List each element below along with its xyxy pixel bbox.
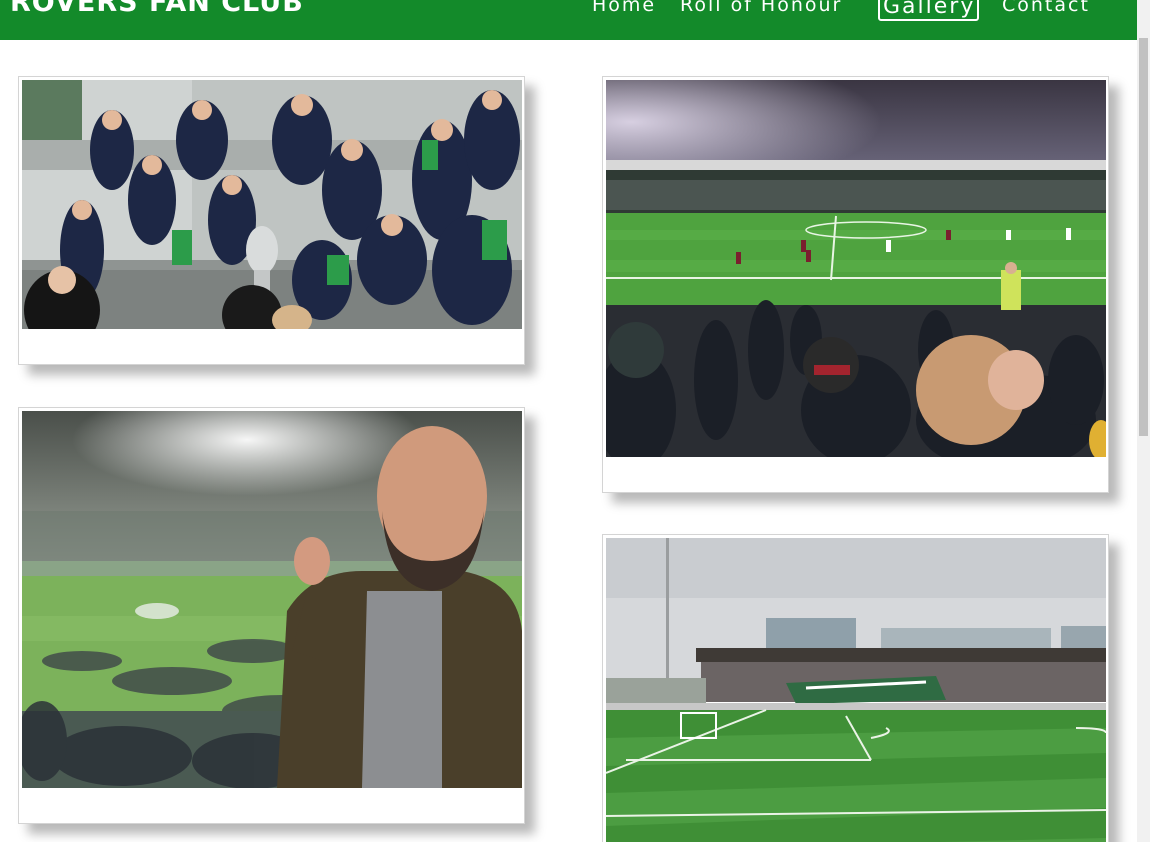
nav-home-link[interactable]: Home (592, 0, 656, 16)
night-match-photo[interactable] (606, 80, 1106, 457)
page: ROVERS FAN CLUB Home Roll of Honour Gall… (0, 0, 1150, 842)
gallery-card[interactable] (18, 407, 525, 824)
main-nav: Home Roll of Honour Gallery Contact (0, 0, 1137, 40)
nav-gallery-link-active[interactable]: Gallery (878, 0, 980, 21)
fan-fist-pump-photo[interactable] (22, 411, 522, 788)
nav-contact-link[interactable]: Contact (1002, 0, 1090, 16)
site-header: ROVERS FAN CLUB Home Roll of Honour Gall… (0, 0, 1137, 40)
gallery-card[interactable] (602, 76, 1109, 493)
gallery-card[interactable] (18, 76, 525, 365)
scrollbar-thumb[interactable] (1139, 38, 1148, 436)
trophy-celebration-photo[interactable] (22, 80, 522, 329)
gallery-card[interactable] (602, 534, 1109, 842)
daytime-stadium-photo[interactable] (606, 538, 1106, 842)
page-scrollbar[interactable] (1137, 0, 1150, 842)
nav-roll-of-honour-link[interactable]: Roll of Honour (680, 0, 842, 16)
